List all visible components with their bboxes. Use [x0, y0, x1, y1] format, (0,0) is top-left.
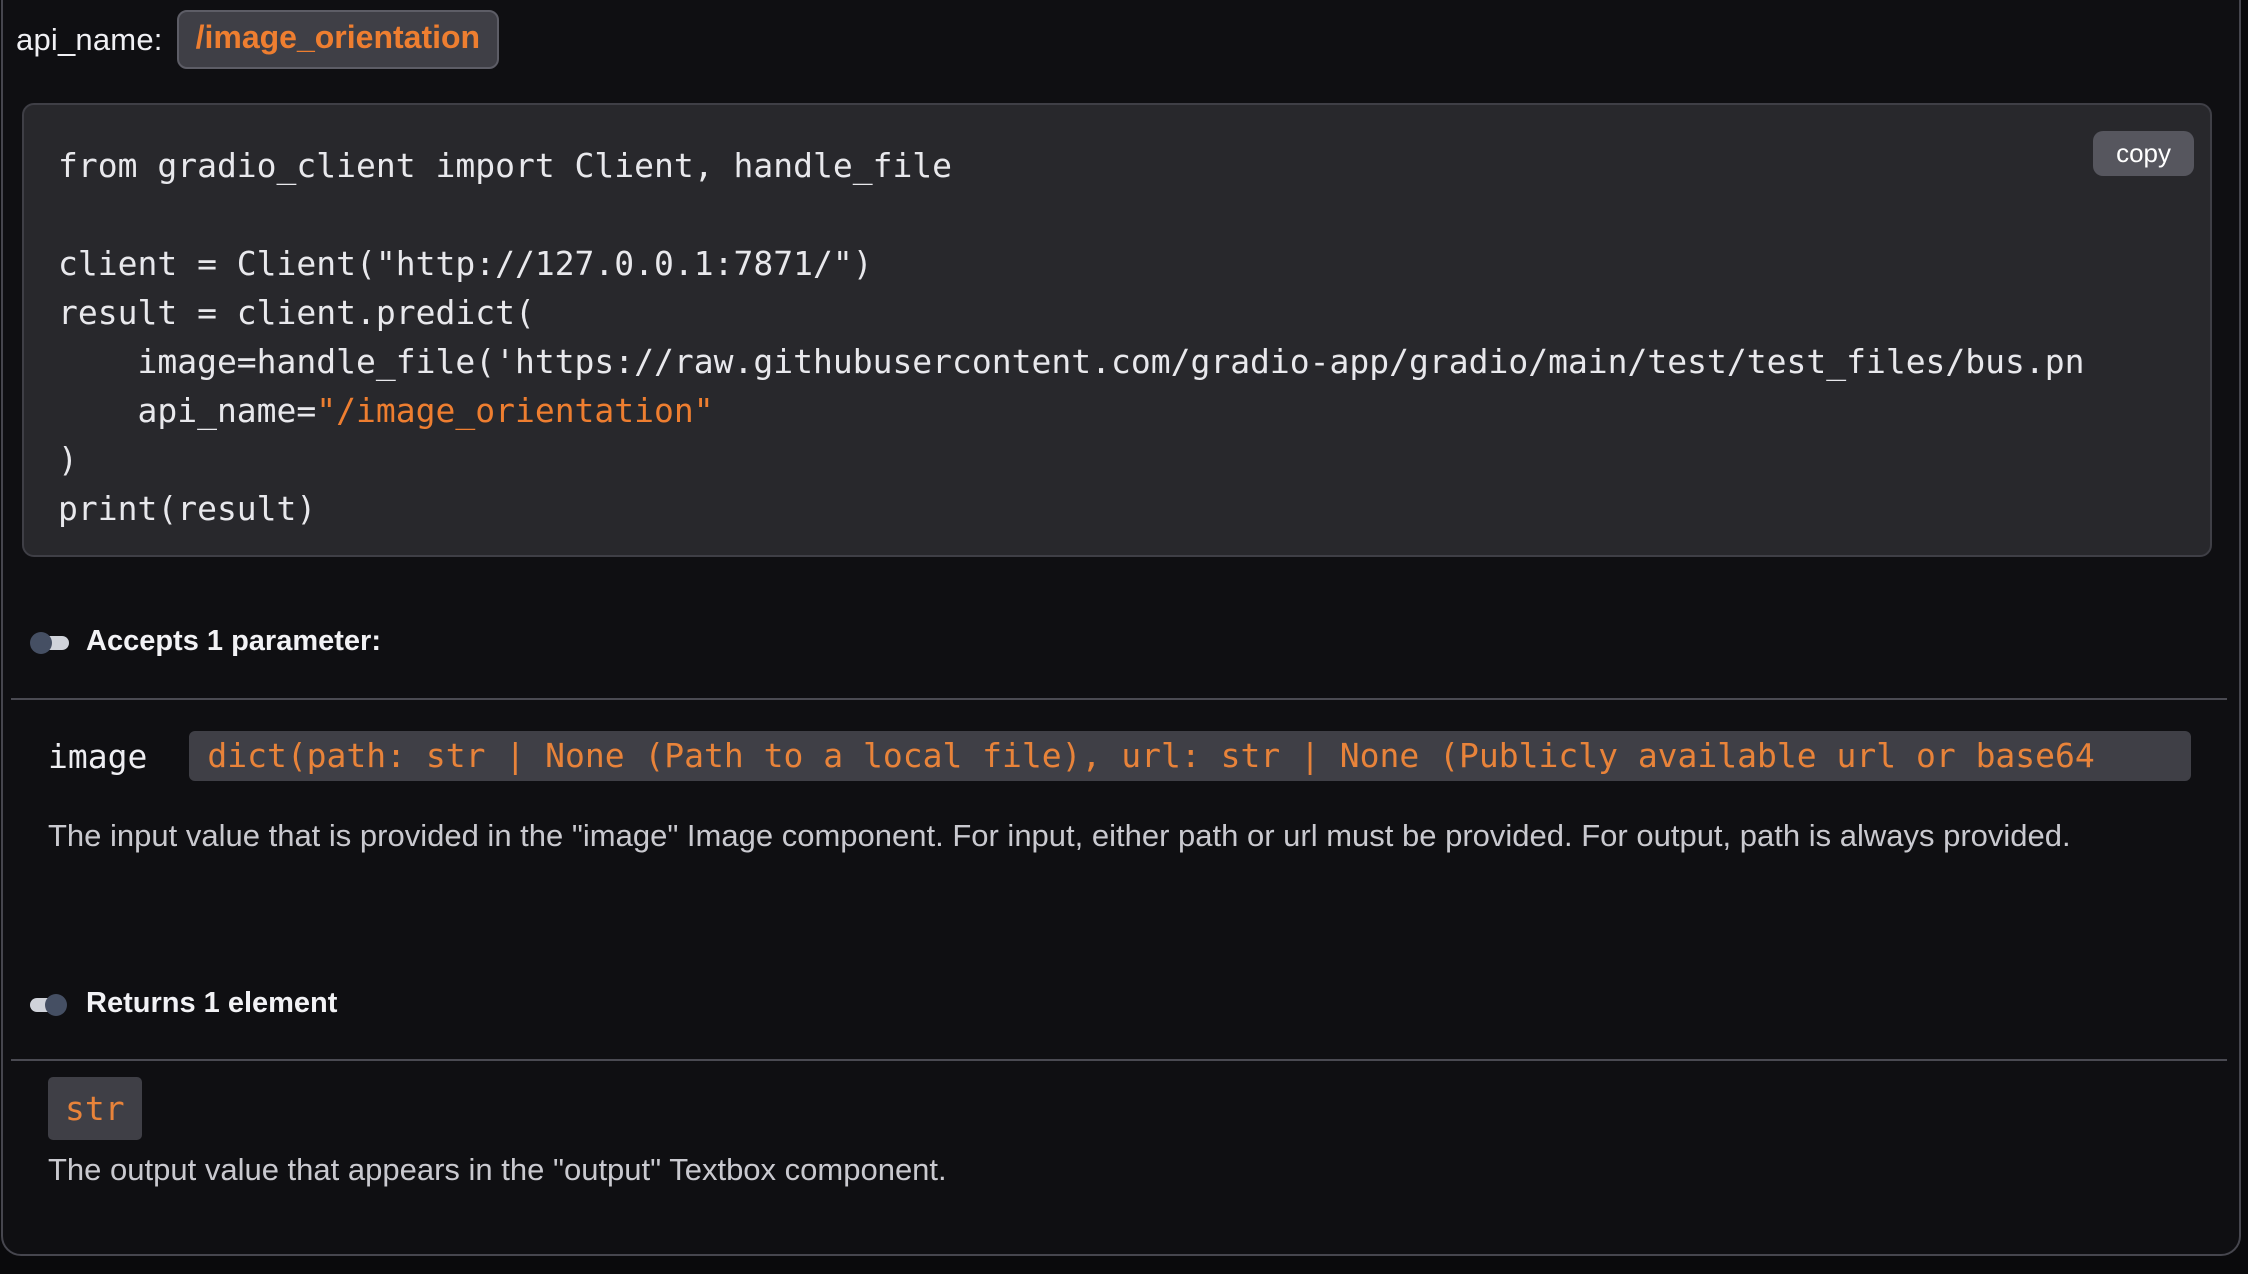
code-line: print(result) [58, 484, 2210, 533]
code-api-name-string: "/image_orientation" [316, 391, 713, 430]
api-docs-page: api_name: /image_orientation from gradio… [0, 0, 2248, 1274]
code-line: from gradio_client import Client, handle… [58, 141, 2210, 190]
api-name-label: api_name: [16, 22, 163, 58]
accepts-section-heading: Accepts 1 parameter: [30, 625, 381, 658]
code-line: api_name="/image_orientation" [58, 386, 2210, 435]
return-type-chip: str [48, 1077, 142, 1140]
copy-button[interactable]: copy [2093, 131, 2194, 176]
endpoint-header: api_name: /image_orientation [16, 10, 499, 69]
accepts-heading-text: Accepts 1 parameter: [86, 625, 381, 658]
parameter-name: image [48, 737, 147, 776]
return-description: The output value that appears in the "ou… [48, 1148, 2158, 1192]
code-api-name-prefix: api_name= [58, 391, 316, 430]
section-divider [11, 1059, 2227, 1061]
returns-section-heading: Returns 1 element [30, 987, 337, 1020]
returns-heading-text: Returns 1 element [86, 987, 337, 1020]
section-divider [11, 698, 2227, 700]
code-line: result = client.predict( [58, 288, 2210, 337]
code-line: image=handle_file('https://raw.githubuse… [58, 337, 2210, 386]
endpoint-name-chip: /image_orientation [177, 10, 500, 69]
endpoint-card: api_name: /image_orientation from gradio… [1, 0, 2241, 1256]
parameter-bullet-icon [30, 630, 70, 654]
parameter-type-chip: dict(path: str | None (Path to a local f… [189, 731, 2191, 781]
code-lines: from gradio_client import Client, handle… [58, 141, 2210, 533]
code-blank-line [58, 190, 2210, 239]
code-line: client = Client("http://127.0.0.1:7871/"… [58, 239, 2210, 288]
parameter-description: The input value that is provided in the … [48, 805, 2158, 866]
parameter-row: image dict(path: str | None (Path to a l… [48, 731, 2191, 781]
code-line: ) [58, 435, 2210, 484]
return-bullet-icon [30, 992, 70, 1016]
code-snippet-block: from gradio_client import Client, handle… [22, 103, 2212, 557]
